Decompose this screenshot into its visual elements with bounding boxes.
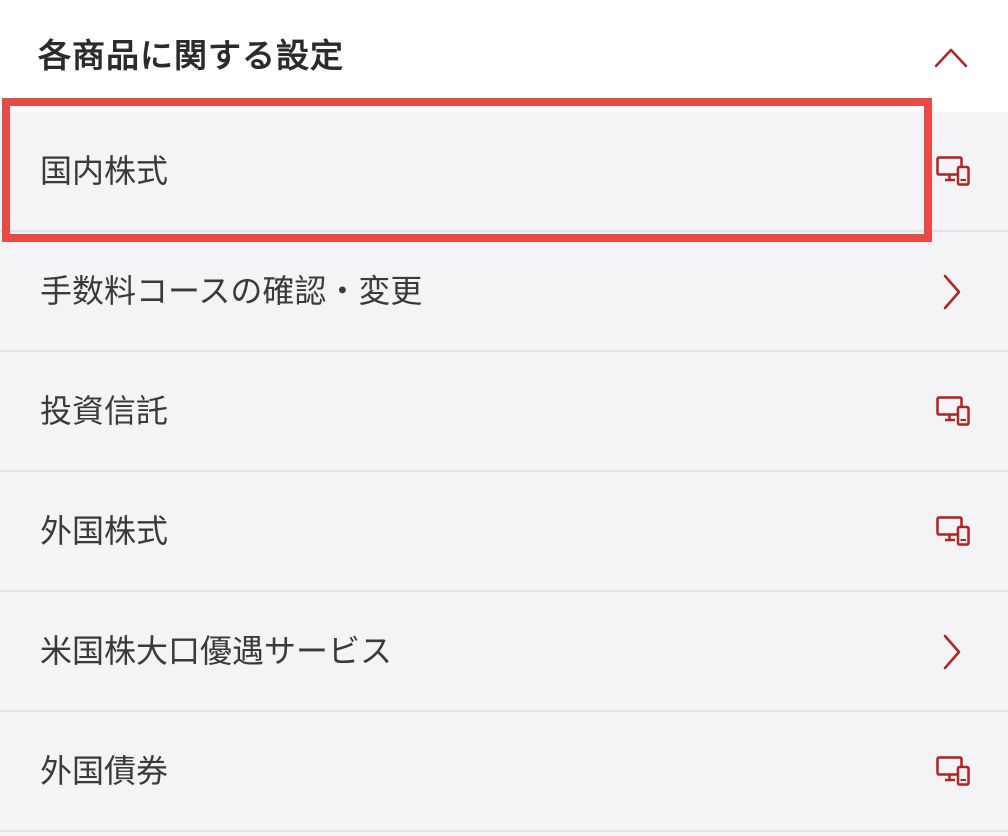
list-item-label: 国内株式 [40,152,169,190]
list-item-foreign-bonds[interactable]: 外国債券 [0,712,1008,832]
section-header[interactable]: 各商品に関する設定 [0,0,1008,112]
list-item-fee-course[interactable]: 手数料コースの確認・変更 [0,232,1008,352]
chevron-right-icon [943,634,961,670]
list-item-domestic-stocks[interactable]: 国内株式 [0,112,1008,232]
list-item-us-stock-vip-service[interactable]: 米国株大口優遇サービス [0,592,1008,712]
chevron-right-icon [943,274,961,310]
list-item-foreign-stocks[interactable]: 外国株式 [0,472,1008,592]
pc-smartphone-icon [936,396,970,426]
product-settings-panel: 各商品に関する設定 国内株式 手数料コースの確認・変更 投資信託 外国株式 米国… [0,0,1008,836]
pc-smartphone-icon [936,516,970,546]
list-item-investment-trusts[interactable]: 投資信託 [0,352,1008,472]
pc-smartphone-icon [936,756,970,786]
settings-list: 国内株式 手数料コースの確認・変更 投資信託 外国株式 米国株大口優遇サービス … [0,112,1008,832]
list-item-label: 米国株大口優遇サービス [40,632,393,670]
list-item-label: 投資信託 [40,392,169,430]
pc-smartphone-icon [936,156,970,186]
list-item-label: 外国株式 [40,512,169,550]
list-item-label: 外国債券 [40,752,169,790]
section-title: 各商品に関する設定 [38,36,344,75]
chevron-up-icon[interactable] [934,46,968,68]
list-item-label: 手数料コースの確認・変更 [40,272,423,310]
